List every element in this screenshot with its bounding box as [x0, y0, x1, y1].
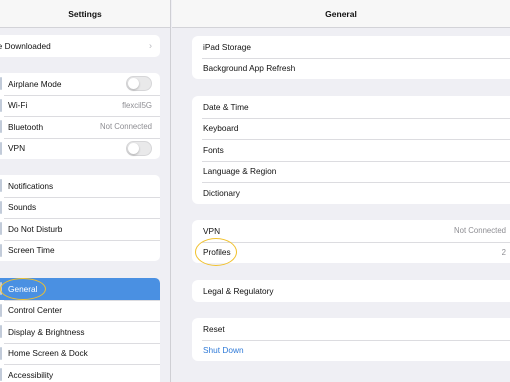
row-label: Background App Refresh [203, 63, 296, 74]
sidebar-system-group: Notifications Sounds Do Not Disturb Scre… [0, 175, 160, 261]
row-label: Keyboard [203, 123, 239, 134]
row-legal-regulatory[interactable]: Legal & Regulatory › [192, 280, 510, 302]
notifications-icon [0, 179, 2, 192]
datetime-group: Date & Time › Keyboard › Fonts › Languag… [192, 96, 510, 204]
profiles-count-value: 2 [501, 247, 506, 257]
sidebar-connectivity-group: Airplane Mode Wi-Fi flexcil5G Bluetooth … [0, 73, 160, 159]
row-label: Shut Down [203, 345, 244, 356]
airplane-mode-toggle[interactable] [126, 76, 152, 91]
sidebar-item-label: Bluetooth [8, 121, 44, 132]
vpn-status-value: Not Connected [453, 226, 506, 236]
sidebar-item-label: VPN [8, 143, 26, 154]
sidebar-general-group: General Control Center Display & Brightn… [0, 278, 160, 382]
storage-group: iPad Storage › Background App Refresh › [192, 36, 510, 79]
row-ipad-storage[interactable]: iPad Storage › [192, 36, 510, 58]
sidebar-item-accessibility[interactable]: Accessibility [0, 364, 160, 382]
row-label: VPN [203, 225, 221, 236]
legal-group: Legal & Regulatory › [192, 280, 510, 302]
sidebar-item-label: General [8, 283, 38, 294]
row-label: Language & Region [203, 166, 277, 177]
sidebar-item-label: Accessibility [8, 369, 54, 380]
row-label: Reset [203, 323, 225, 334]
sidebar-item-notifications[interactable]: Notifications [0, 175, 160, 197]
sidebar-item-do-not-disturb[interactable]: Do Not Disturb [0, 218, 160, 240]
accessibility-icon [0, 368, 2, 381]
row-label: Profiles [203, 247, 231, 258]
wifi-network-value: flexcil5G [122, 100, 152, 110]
row-label: Dictionary [203, 187, 240, 198]
vpn-toggle[interactable] [126, 140, 152, 156]
sidebar-item-label: Wi-Fi [8, 100, 28, 111]
sidebar-item-label: Display & Brightness [8, 326, 85, 337]
row-label: Legal & Regulatory [203, 285, 274, 296]
sidebar-title: Settings [0, 0, 170, 28]
sidebar-item-screen-time[interactable]: Screen Time [0, 239, 160, 262]
brightness-icon [0, 325, 2, 338]
row-label: Fonts [203, 144, 224, 155]
row-fonts[interactable]: Fonts › [192, 139, 510, 161]
sidebar-item-label: Airplane Mode [8, 78, 62, 89]
row-date-time[interactable]: Date & Time › [192, 96, 510, 118]
sidebar-item-control-center[interactable]: Control Center [0, 299, 160, 322]
bluetooth-icon [0, 120, 2, 133]
row-label: iPad Storage [203, 41, 251, 52]
row-background-app-refresh[interactable]: Background App Refresh › [192, 57, 510, 80]
sidebar-item-wifi[interactable]: Wi-Fi flexcil5G [0, 94, 160, 117]
bluetooth-status-value: Not Connected [99, 122, 152, 132]
home-screen-icon [0, 346, 2, 360]
reset-group: Reset › Shut Down [192, 318, 510, 361]
sidebar-item-label: Notifications [8, 180, 54, 191]
sidebar-item-airplane-mode[interactable]: Airplane Mode [0, 73, 160, 95]
sidebar-item-label: Control Center [8, 305, 62, 316]
vpn-icon [0, 141, 2, 155]
gear-icon [0, 282, 2, 295]
sidebar-item-display-brightness[interactable]: Display & Brightness [0, 321, 160, 343]
moon-icon [0, 222, 2, 235]
sidebar-item-vpn[interactable]: VPN [0, 137, 160, 160]
chevron-right-icon: › [149, 40, 152, 51]
row-reset[interactable]: Reset › [192, 318, 510, 340]
sidebar-item-file-downloaded[interactable]: ile Downloaded › [0, 35, 160, 57]
sidebar-banner-group: ile Downloaded › [0, 35, 160, 57]
sidebar-item-label: Do Not Disturb [8, 223, 63, 234]
sidebar-item-home-screen-dock[interactable]: Home Screen & Dock [0, 342, 160, 365]
sidebar-item-general[interactable]: General [0, 278, 160, 300]
sidebar-item-label: ile Downloaded [0, 40, 51, 51]
sidebar-item-label: Home Screen & Dock [8, 348, 88, 359]
sounds-icon [0, 200, 2, 214]
control-center-icon [0, 303, 2, 317]
row-vpn[interactable]: VPN Not Connected › [192, 220, 510, 242]
general-settings-pane: General iPad Storage › Background App Re… [172, 0, 510, 382]
row-language-region[interactable]: Language & Region › [192, 160, 510, 183]
page-title: General [172, 0, 510, 28]
sidebar-item-label: Screen Time [8, 245, 55, 256]
airplane-icon [0, 77, 2, 90]
sidebar-item-label: Sounds [8, 202, 37, 213]
settings-sidebar: Settings ile Downloaded › Airplane Mode … [0, 0, 171, 382]
row-dictionary[interactable]: Dictionary › [192, 182, 510, 204]
sidebar-item-sounds[interactable]: Sounds [0, 196, 160, 219]
row-profiles[interactable]: Profiles 2 › [192, 241, 510, 264]
sidebar-item-bluetooth[interactable]: Bluetooth Not Connected [0, 116, 160, 138]
vpn-group: VPN Not Connected › Profiles 2 › [192, 220, 510, 263]
row-keyboard[interactable]: Keyboard › [192, 117, 510, 140]
hourglass-icon [0, 243, 2, 257]
shut-down-button[interactable]: Shut Down [192, 339, 510, 362]
wifi-icon [0, 98, 2, 112]
row-label: Date & Time [203, 101, 249, 112]
